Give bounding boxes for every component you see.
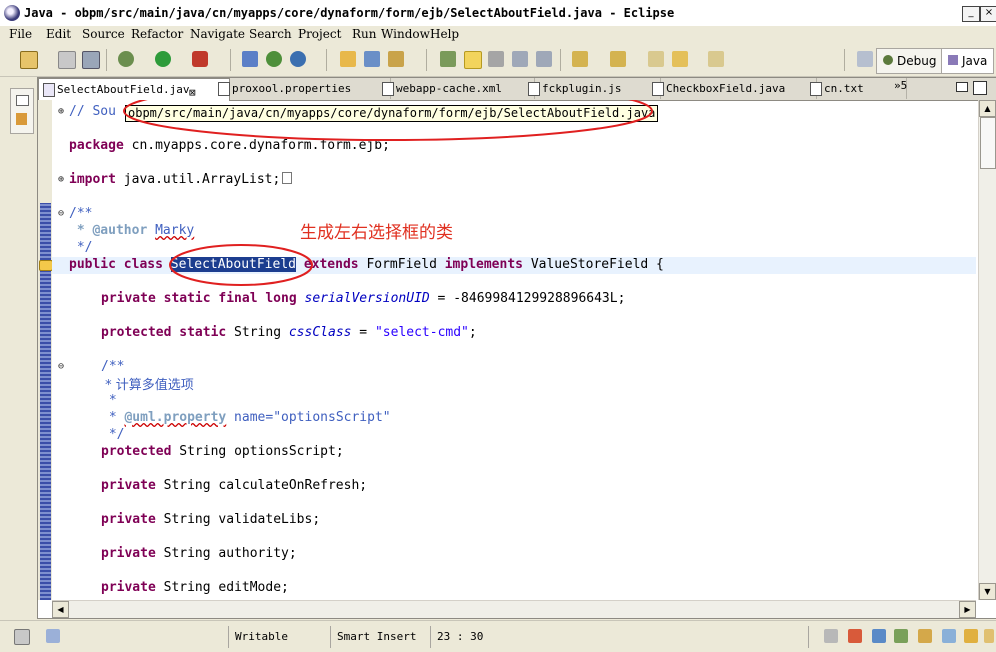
new-java-project-icon[interactable] [242, 51, 258, 67]
menu-search[interactable]: Search [249, 27, 292, 41]
java-file-icon [652, 82, 664, 96]
run-icon[interactable] [155, 51, 171, 67]
menu-window[interactable]: Window [381, 27, 430, 41]
search-icon[interactable] [388, 51, 404, 67]
menu-navigate[interactable]: Navigate [190, 27, 245, 41]
text-file-icon [810, 82, 822, 96]
save-icon[interactable] [58, 51, 76, 69]
restore-icon[interactable] [16, 95, 29, 106]
maximize-editor-icon[interactable] [973, 81, 987, 95]
js-file-icon [528, 82, 540, 96]
tab-cn-txt[interactable]: cn.txt [806, 78, 907, 99]
vertical-scrollbar[interactable]: ▲ ▼ [978, 100, 996, 600]
last-edit-icon[interactable] [648, 51, 664, 67]
menu-file[interactable]: File [9, 27, 32, 41]
annotation-text: 生成左右选择框的类 [300, 223, 453, 243]
menu-run[interactable]: Run [352, 27, 377, 41]
new-class-icon[interactable] [290, 51, 306, 67]
menu-project[interactable]: Project [298, 27, 341, 41]
class-name-circle-annotation [169, 244, 313, 286]
scroll-up-button[interactable]: ▲ [979, 100, 996, 117]
show-source-icon[interactable] [512, 51, 528, 67]
minimize-editor-icon[interactable] [956, 82, 968, 92]
title-bar: Java - obpm/src/main/java/cn/myapps/core… [0, 0, 996, 27]
main-toolbar: Debug Java [0, 44, 996, 77]
bug-icon [883, 55, 893, 65]
fast-view-icon[interactable] [14, 629, 30, 645]
problems-icon[interactable] [848, 629, 862, 643]
previous-annotation-icon[interactable] [610, 51, 626, 67]
status-writable: Writable [228, 626, 325, 648]
java-file-icon [43, 83, 55, 97]
open-type-icon[interactable] [340, 51, 356, 67]
tabs-overflow[interactable]: »5 [894, 79, 907, 92]
java-perspective-button[interactable]: Java [941, 48, 995, 74]
debug-perspective-button[interactable]: Debug [876, 48, 944, 74]
debug-icon[interactable] [118, 51, 134, 67]
print-icon[interactable] [82, 51, 100, 69]
hierarchy-icon[interactable] [16, 113, 27, 125]
restore-views-icon[interactable] [824, 629, 838, 643]
status-cursor-position: 23 : 30 [430, 626, 507, 648]
search-results-icon[interactable] [984, 629, 994, 643]
java-editor: SelectAboutField.jav ⊠ proxool.propertie… [37, 77, 996, 619]
close-button[interactable]: × [980, 6, 996, 22]
properties-file-icon [218, 82, 230, 96]
paragraph-icon[interactable] [536, 51, 552, 67]
overview-ruler-left [38, 100, 53, 600]
annotation-overlay [123, 100, 653, 286]
tab-webapp-cache[interactable]: webapp-cache.xml [378, 78, 535, 99]
status-insert-mode: Smart Insert [330, 626, 425, 648]
left-trim [0, 78, 36, 618]
tasks-icon[interactable] [964, 629, 978, 643]
forward-icon[interactable] [708, 51, 724, 67]
horizontal-scrollbar[interactable]: ◀ ▶ [52, 600, 976, 618]
declaration-icon[interactable] [894, 629, 908, 643]
close-tab-icon[interactable]: ⊠ [189, 82, 196, 101]
scroll-left-button[interactable]: ◀ [52, 601, 69, 618]
open-perspective-icon[interactable] [857, 51, 873, 67]
outline-icon[interactable] [46, 629, 60, 643]
back-icon[interactable] [672, 51, 688, 67]
progress-icon[interactable] [942, 629, 956, 643]
show-whitespace-icon[interactable] [488, 51, 504, 67]
scroll-thumb[interactable] [980, 117, 996, 169]
xml-file-icon [382, 82, 394, 96]
menu-bar: File Edit Source Refactor Navigate Searc… [0, 26, 996, 44]
menu-source[interactable]: Source [82, 27, 125, 41]
path-circle-annotation [123, 100, 653, 141]
window-title: Java - obpm/src/main/java/cn/myapps/core… [24, 6, 675, 20]
console-icon[interactable] [918, 629, 932, 643]
code-area[interactable]: ⊕ // Sou package cn.myapps.core.dynaform… [52, 100, 976, 600]
tab-checkboxfield[interactable]: CheckboxField.java [648, 78, 817, 99]
eclipse-icon [4, 5, 20, 21]
menu-refactor[interactable]: Refactor [131, 27, 183, 41]
new-package-icon[interactable] [266, 51, 282, 67]
menu-help[interactable]: Help [430, 27, 459, 41]
external-tools-icon[interactable] [192, 51, 208, 67]
editor-tabs: SelectAboutField.jav ⊠ proxool.propertie… [38, 78, 996, 101]
highlight-icon[interactable] [464, 51, 482, 69]
tab-selectaboutfield[interactable]: SelectAboutField.jav ⊠ [38, 78, 230, 101]
toggle-mark-occurrences-icon[interactable] [440, 51, 456, 67]
minimized-views[interactable] [10, 88, 34, 134]
next-annotation-icon[interactable] [572, 51, 588, 67]
java-perspective-icon [948, 55, 958, 65]
tab-fckplugin[interactable]: fckplugin.js [524, 78, 661, 99]
occurrence-arrow-icon [39, 260, 53, 271]
scroll-right-button[interactable]: ▶ [959, 601, 976, 618]
menu-edit[interactable]: Edit [46, 27, 71, 41]
open-task-icon[interactable] [364, 51, 380, 67]
tab-proxool[interactable]: proxool.properties [214, 78, 391, 99]
minimize-button[interactable]: _ [962, 6, 980, 22]
javadoc-icon[interactable] [872, 629, 886, 643]
new-icon[interactable] [20, 51, 38, 69]
scroll-down-button[interactable]: ▼ [979, 583, 996, 600]
status-bar: Writable Smart Insert 23 : 30 [0, 620, 996, 652]
